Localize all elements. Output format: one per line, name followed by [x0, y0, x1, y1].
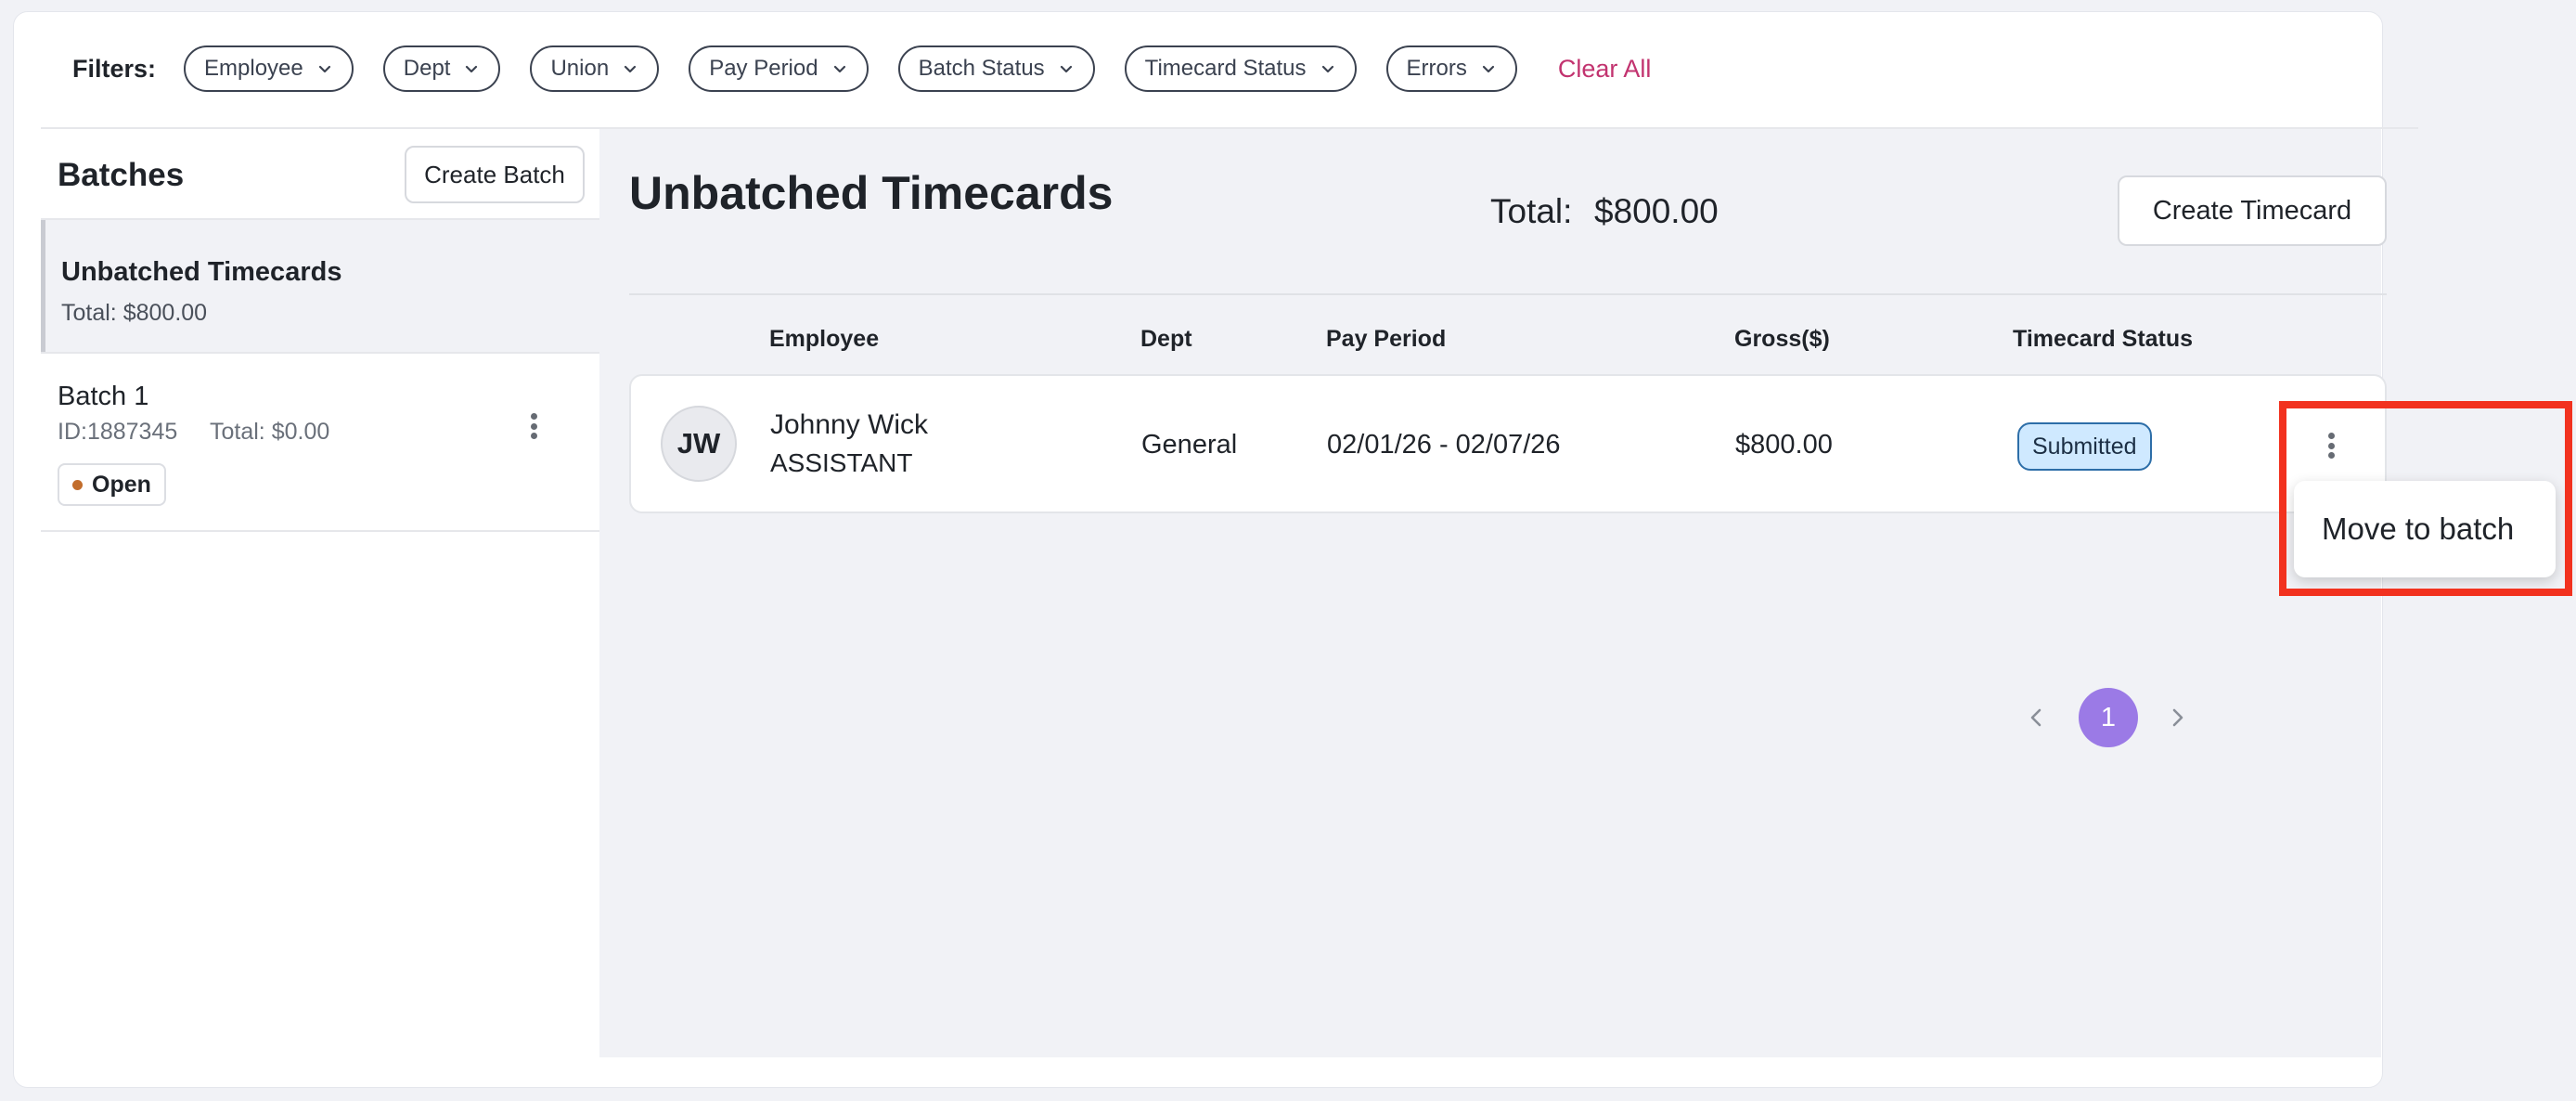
- chevron-down-icon: [466, 65, 478, 73]
- dept-cell: General: [1141, 430, 1238, 460]
- clear-all-link[interactable]: Clear All: [1558, 55, 1652, 84]
- batch-total: Total: $0.00: [210, 419, 330, 445]
- highlight-box: [2279, 401, 2572, 596]
- employee-role: ASSISTANT: [770, 448, 913, 477]
- page-1-button[interactable]: 1: [2079, 688, 2138, 747]
- sidebar-item-total: Total: $800.00: [61, 300, 208, 326]
- divider: [629, 293, 2387, 295]
- status-dot-icon: [72, 479, 83, 490]
- batch-more-button[interactable]: [520, 408, 547, 450]
- filter-chip-batch-status[interactable]: Batch Status: [897, 45, 1095, 92]
- sidebar-title: Batches: [58, 157, 185, 193]
- column-header-timecard-status: Timecard Status: [2013, 326, 2194, 352]
- sidebar-item-title: Unbatched Timecards: [61, 257, 342, 287]
- employee-name: Johnny Wick: [770, 409, 929, 440]
- avatar: JW: [661, 406, 737, 482]
- batches-sidebar: Batches Create Batch Unbatched Timecards…: [41, 129, 599, 1057]
- pay-period-cell: 02/01/26 - 02/07/26: [1327, 430, 1561, 460]
- chevron-down-icon: [833, 65, 845, 73]
- total-label: Total:: [1490, 192, 1573, 230]
- filter-chip-pay-period[interactable]: Pay Period: [689, 45, 869, 92]
- column-header-dept: Dept: [1140, 326, 1192, 352]
- status-badge: Submitted: [2017, 422, 2152, 471]
- create-batch-button[interactable]: Create Batch: [405, 146, 585, 203]
- filters-label: Filters:: [72, 54, 157, 83]
- batch-title: Batch 1: [58, 382, 149, 411]
- filter-bar: Filters: Employee Dept Union Pay Period …: [41, 45, 2416, 93]
- chevron-down-icon: [1060, 65, 1072, 73]
- filter-chip-errors[interactable]: Errors: [1385, 45, 1517, 92]
- sidebar-item-unbatched-timecards[interactable]: Unbatched Timecards Total: $800.00: [41, 220, 599, 352]
- timecards-panel: Unbatched Timecards Total: $800.00 Creat…: [599, 129, 2387, 1057]
- column-header-gross: Gross($): [1734, 326, 1830, 352]
- chevron-down-icon: [318, 65, 330, 73]
- gross-cell: $800.00: [1735, 430, 1833, 460]
- filter-chip-employee[interactable]: Employee: [184, 45, 354, 92]
- batch-id: ID:1887345: [58, 419, 178, 445]
- column-header-pay-period: Pay Period: [1326, 326, 1447, 352]
- chevron-down-icon: [1482, 65, 1494, 73]
- batch-status-badge: Open: [58, 463, 166, 506]
- more-vertical-icon: [520, 408, 547, 439]
- table-row[interactable]: JW Johnny Wick ASSISTANT General 02/01/2…: [629, 374, 2387, 513]
- filter-chip-dept[interactable]: Dept: [382, 45, 501, 92]
- sidebar-item-batch-1[interactable]: Batch 1 ID:1887345 Total: $0.00 Open: [41, 352, 599, 530]
- chevron-down-icon: [1321, 65, 1333, 73]
- chevron-down-icon: [625, 65, 637, 73]
- filter-chip-union[interactable]: Union: [530, 45, 660, 92]
- total-value: $800.00: [1594, 192, 1719, 230]
- create-timecard-button[interactable]: Create Timecard: [2118, 175, 2387, 246]
- column-header-employee: Employee: [769, 326, 880, 352]
- chevron-right-icon[interactable]: [2164, 699, 2192, 736]
- filter-chip-timecard-status[interactable]: Timecard Status: [1124, 45, 1357, 92]
- divider: [41, 530, 599, 532]
- page-title: Unbatched Timecards: [629, 167, 1114, 219]
- chevron-left-icon[interactable]: [2022, 699, 2050, 736]
